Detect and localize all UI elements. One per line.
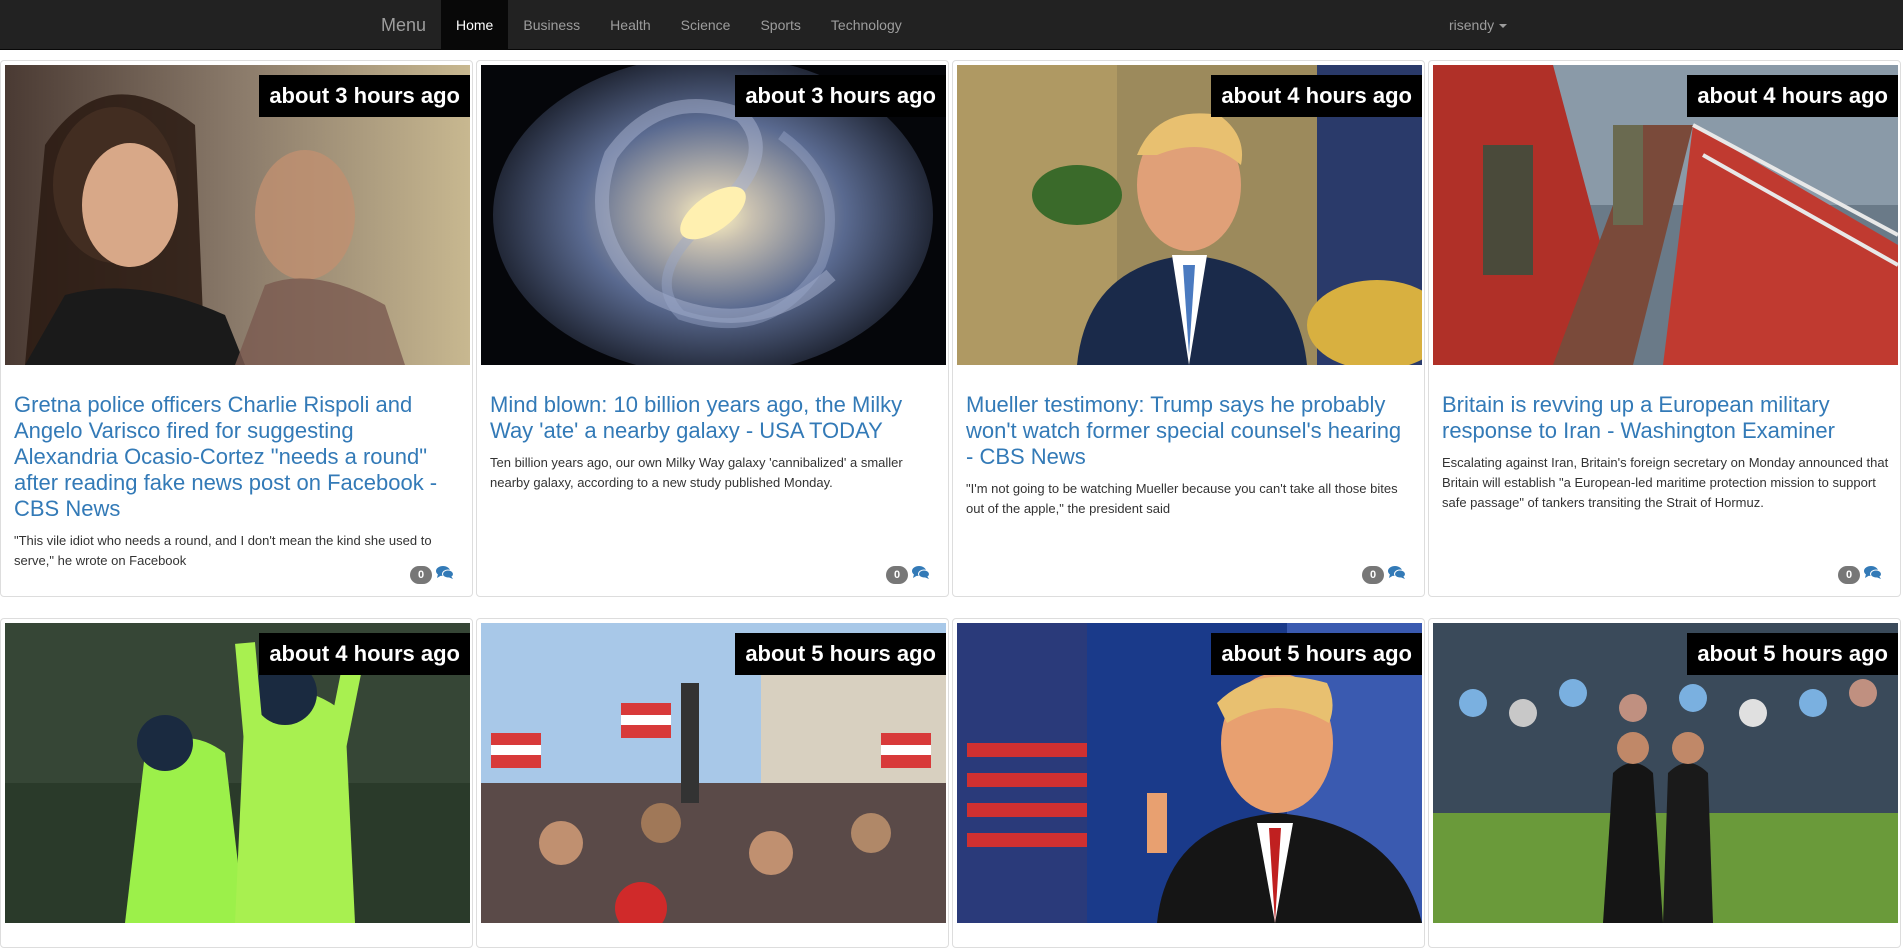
article-image[interactable]: about 5 hours ago xyxy=(957,623,1422,923)
article-card: about 3 hours ago Gretna police officers… xyxy=(0,60,473,597)
timestamp-badge: about 4 hours ago xyxy=(1687,75,1898,117)
comment-count-badge: 0 xyxy=(886,566,908,584)
article-description: Ten billion years ago, our own Milky Way… xyxy=(490,455,903,490)
timestamp-badge: about 4 hours ago xyxy=(259,633,470,675)
nav-business[interactable]: Business xyxy=(508,0,595,50)
nav-home[interactable]: Home xyxy=(441,0,509,50)
article-card: about 5 hours ago xyxy=(476,618,949,948)
article-title[interactable]: Mueller testimony: Trump says he probabl… xyxy=(966,392,1413,470)
article-card: about 4 hours ago xyxy=(0,618,473,948)
nav-links: Home Business Health Science Sports Tech… xyxy=(441,0,917,50)
comments-icon[interactable] xyxy=(1864,565,1882,585)
comment-meta: 0 xyxy=(1838,565,1882,585)
article-title[interactable]: Mind blown: 10 billion years ago, the Mi… xyxy=(490,392,937,444)
article-caption: Mind blown: 10 billion years ago, the Mi… xyxy=(490,392,937,493)
article-image[interactable]: about 3 hours ago xyxy=(481,65,946,365)
menu-brand[interactable]: Menu xyxy=(381,0,426,50)
article-image[interactable]: about 3 hours ago xyxy=(5,65,470,365)
article-card: about 5 hours ago xyxy=(952,618,1425,948)
article-caption: Mueller testimony: Trump says he probabl… xyxy=(966,392,1413,519)
comments-icon[interactable] xyxy=(436,565,454,585)
comment-meta: 0 xyxy=(886,565,930,585)
comment-count-badge: 0 xyxy=(1362,566,1384,584)
comment-count-badge: 0 xyxy=(1838,566,1860,584)
article-caption: Britain is revving up a European militar… xyxy=(1442,392,1889,513)
nav-technology[interactable]: Technology xyxy=(816,0,917,50)
article-card: about 4 hours ago Britain is revving up … xyxy=(1428,60,1901,597)
timestamp-badge: about 4 hours ago xyxy=(1211,75,1422,117)
article-card: about 4 hours ago Mueller testimony: Tru… xyxy=(952,60,1425,597)
caret-down-icon xyxy=(1499,24,1508,29)
nav-science[interactable]: Science xyxy=(666,0,746,50)
article-description: "This vile idiot who needs a round, and … xyxy=(14,533,432,568)
comment-count-badge: 0 xyxy=(410,566,432,584)
comment-meta: 0 xyxy=(410,565,454,585)
article-image[interactable]: about 4 hours ago xyxy=(5,623,470,923)
timestamp-badge: about 3 hours ago xyxy=(259,75,470,117)
article-title[interactable]: Britain is revving up a European militar… xyxy=(1442,392,1889,444)
article-description: "I'm not going to be watching Mueller be… xyxy=(966,481,1398,516)
article-card: about 5 hours ago xyxy=(1428,618,1901,948)
article-image[interactable]: about 5 hours ago xyxy=(1433,623,1898,923)
comments-icon[interactable] xyxy=(1388,565,1406,585)
article-image[interactable]: about 5 hours ago xyxy=(481,623,946,923)
article-description: Escalating against Iran, Britain's forei… xyxy=(1442,455,1889,510)
top-navbar: Menu Home Business Health Science Sports… xyxy=(0,0,1903,50)
timestamp-badge: about 3 hours ago xyxy=(735,75,946,117)
timestamp-badge: about 5 hours ago xyxy=(1687,633,1898,675)
comments-icon[interactable] xyxy=(912,565,930,585)
article-caption: Gretna police officers Charlie Rispoli a… xyxy=(14,392,461,571)
article-title[interactable]: Gretna police officers Charlie Rispoli a… xyxy=(14,392,461,522)
article-card: about 3 hours ago Mind blown: 10 billion… xyxy=(476,60,949,597)
user-menu[interactable]: risendy xyxy=(1449,0,1508,50)
timestamp-badge: about 5 hours ago xyxy=(735,633,946,675)
article-image[interactable]: about 4 hours ago xyxy=(957,65,1422,365)
article-image[interactable]: about 4 hours ago xyxy=(1433,65,1898,365)
user-name: risendy xyxy=(1449,17,1495,33)
timestamp-badge: about 5 hours ago xyxy=(1211,633,1422,675)
nav-sports[interactable]: Sports xyxy=(745,0,815,50)
nav-health[interactable]: Health xyxy=(595,0,665,50)
comment-meta: 0 xyxy=(1362,565,1406,585)
